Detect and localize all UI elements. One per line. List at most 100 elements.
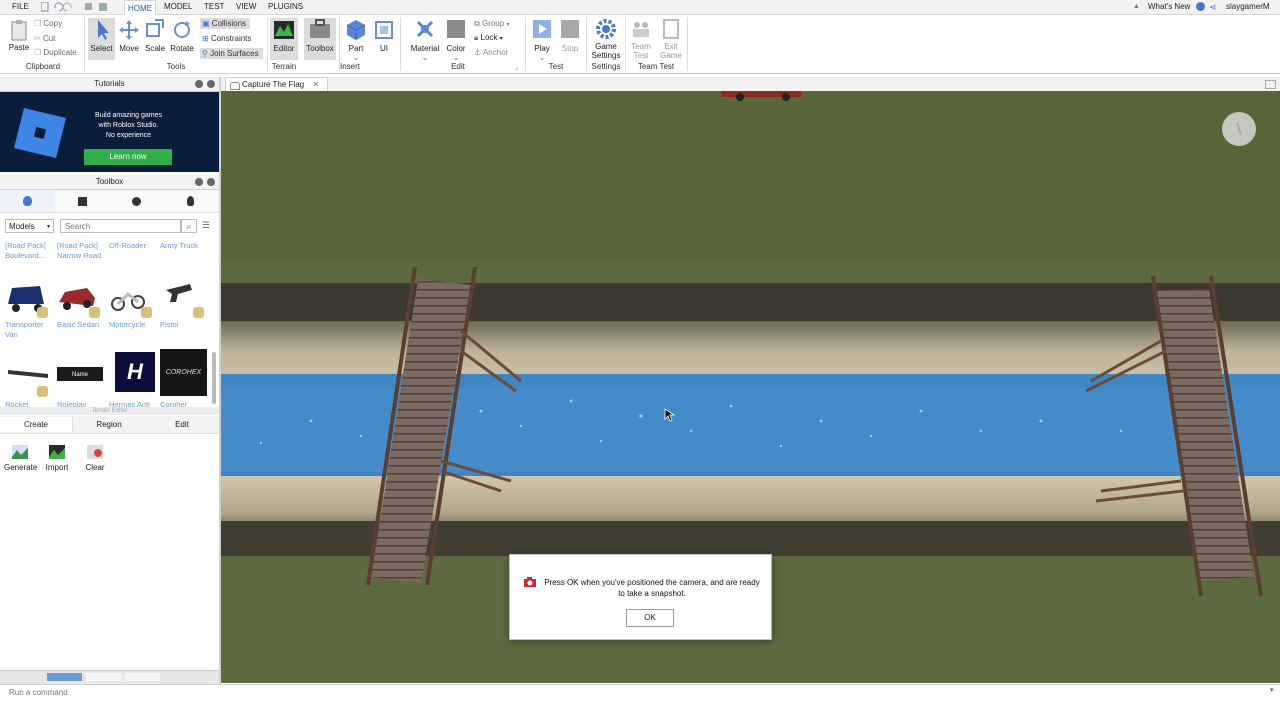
settings-icon[interactable] [195, 178, 203, 186]
team-test-button[interactable]: Team Test [628, 18, 654, 60]
exit-game-button[interactable]: Exit Game [658, 18, 684, 60]
toolbox-item[interactable]: Off-Roader [109, 241, 159, 251]
tools-group-label: Tools [166, 62, 186, 71]
toolbox-item[interactable]: [Road Pack] Narrow Road [57, 241, 107, 261]
lightbulb-icon[interactable] [187, 196, 194, 206]
paste-button[interactable]: Paste [5, 19, 33, 52]
rotate-button[interactable]: Rotate [169, 18, 195, 53]
menu-model[interactable]: MODEL [164, 2, 192, 11]
cut-button[interactable]: ✂ Cut [34, 34, 55, 43]
tab-create[interactable]: Create [0, 417, 73, 432]
menu-test[interactable]: TEST [204, 2, 224, 11]
ok-button[interactable]: OK [626, 609, 674, 627]
clear-button[interactable]: Clear [82, 443, 108, 472]
username[interactable]: slaygamerM [1226, 2, 1270, 11]
generate-button[interactable]: Generate [4, 443, 37, 472]
rotate-label: Rotate [170, 44, 194, 53]
pistol-thumbnail[interactable] [164, 282, 194, 306]
group-button[interactable]: ⧉ Group ▾ [474, 19, 509, 29]
close-icon[interactable] [207, 80, 215, 88]
tab-region[interactable]: Region [73, 417, 145, 432]
menu-home[interactable]: HOME [124, 0, 156, 16]
help-icon[interactable] [1196, 2, 1205, 11]
duplicate-button[interactable]: ❐ Duplicate [34, 48, 77, 57]
import-button[interactable]: Import [43, 443, 71, 472]
play-button[interactable]: Play ⌄ [530, 18, 554, 62]
terrain-group-label: Terrain [271, 62, 297, 71]
material-button[interactable]: Material ⌄ [408, 18, 442, 62]
group-icon: ⧉ [474, 19, 480, 28]
lock-button[interactable]: 🔒︎ Lock ▾ [474, 33, 503, 43]
select-button[interactable]: Select [88, 18, 115, 60]
menu-plugins[interactable]: PLUGINS [268, 2, 303, 11]
toolbox-item[interactable]: Basic Sedan [57, 320, 107, 330]
command-input[interactable] [6, 686, 1267, 698]
stop-button[interactable]: Stop [558, 18, 582, 53]
lock-icon: 🔒︎ [474, 33, 479, 42]
bottom-tab[interactable] [86, 673, 121, 681]
game-settings-label-2: Settings [591, 51, 621, 60]
menu-file[interactable]: FILE [12, 2, 29, 11]
bottom-tab[interactable] [125, 673, 160, 681]
menu-view[interactable]: VIEW [236, 2, 256, 11]
tab-capture-the-flag[interactable]: Capture The Flag ✕ [225, 77, 329, 92]
quick-access-icons[interactable] [41, 2, 117, 12]
toolbox-item[interactable]: Pistol [160, 320, 210, 330]
terrain-editor-button[interactable]: Editor [270, 18, 298, 60]
learn-now-button[interactable]: Learn now [84, 149, 172, 165]
chevron-up-icon[interactable]: ▲ [1133, 3, 1140, 10]
close-icon[interactable] [207, 178, 215, 186]
whats-new-link[interactable]: What's New [1148, 2, 1190, 11]
search-input[interactable] [60, 219, 181, 233]
toolbox-item[interactable]: Army Truck [160, 241, 210, 251]
toolbox-item[interactable]: [Road Pack] Boulevard... [5, 241, 55, 261]
scale-button[interactable]: Scale [143, 18, 167, 53]
close-icon[interactable]: ✕ [312, 80, 319, 89]
toolbox-item[interactable]: Rocket [5, 400, 55, 407]
divider [625, 17, 626, 71]
settings-icon[interactable] [195, 80, 203, 88]
chevron-down-icon[interactable]: ▾ [1270, 686, 1274, 694]
gear-icon [596, 19, 616, 39]
coroher-thumbnail[interactable]: COROHEX [160, 349, 207, 396]
expand-icon[interactable]: ⌟ [515, 63, 518, 71]
anchor-label: Anchor [482, 48, 509, 57]
rotate-icon [174, 21, 190, 38]
maximize-icon[interactable] [1265, 80, 1276, 89]
nametag-thumbnail[interactable]: Name [57, 367, 103, 381]
category-select[interactable]: Models ▾ [5, 219, 54, 233]
lock-label: Lock [480, 33, 498, 42]
part-button[interactable]: Part ⌄ [342, 18, 370, 62]
toolbox-item[interactable]: Motorcycle [109, 320, 159, 330]
share-icon[interactable]: ⋖ [1209, 2, 1217, 13]
exit-game-label-1: Exit [664, 42, 678, 51]
grid-icon[interactable] [78, 197, 87, 206]
ui-label: UI [380, 44, 388, 53]
color-button[interactable]: Color ⌄ [444, 18, 468, 62]
toolbox-button[interactable]: Toolbox [304, 18, 336, 60]
rocket-thumbnail[interactable] [6, 362, 50, 382]
copy-button[interactable]: ❐ Copy [34, 19, 62, 28]
move-button[interactable]: Move [117, 18, 141, 53]
join-surfaces-toggle[interactable]: ⚲ Join Surfaces [200, 48, 263, 59]
toolbox-item[interactable]: Coroher [160, 400, 210, 407]
collisions-toggle[interactable]: ▣ Collisions [200, 18, 251, 29]
anchor-button[interactable]: ⚓︎ Anchor [474, 48, 508, 57]
bottom-tab[interactable] [47, 673, 82, 681]
game-settings-button[interactable]: Game Settings [589, 18, 623, 60]
constraints-toggle[interactable]: ⊞ Constraints [202, 34, 251, 43]
scrollbar[interactable] [212, 352, 216, 404]
hermes-thumbnail[interactable]: H [115, 352, 155, 392]
cloud-icon [230, 82, 240, 90]
tab-edit[interactable]: Edit [146, 417, 218, 432]
clear-label: Clear [85, 463, 105, 472]
filter-icon[interactable]: ☰ [202, 220, 210, 231]
toolbox-item[interactable]: Hermes Anti [109, 400, 159, 407]
ui-button[interactable]: UI [373, 18, 395, 53]
move-icon [119, 20, 139, 40]
clock-icon[interactable] [132, 197, 141, 206]
collisions-icon: ▣ [202, 19, 210, 28]
search-icon[interactable]: ⌕ [181, 219, 197, 233]
toolbox-item[interactable]: Roleplay [57, 400, 107, 407]
toolbox-item[interactable]: Transporter Van [5, 320, 55, 340]
